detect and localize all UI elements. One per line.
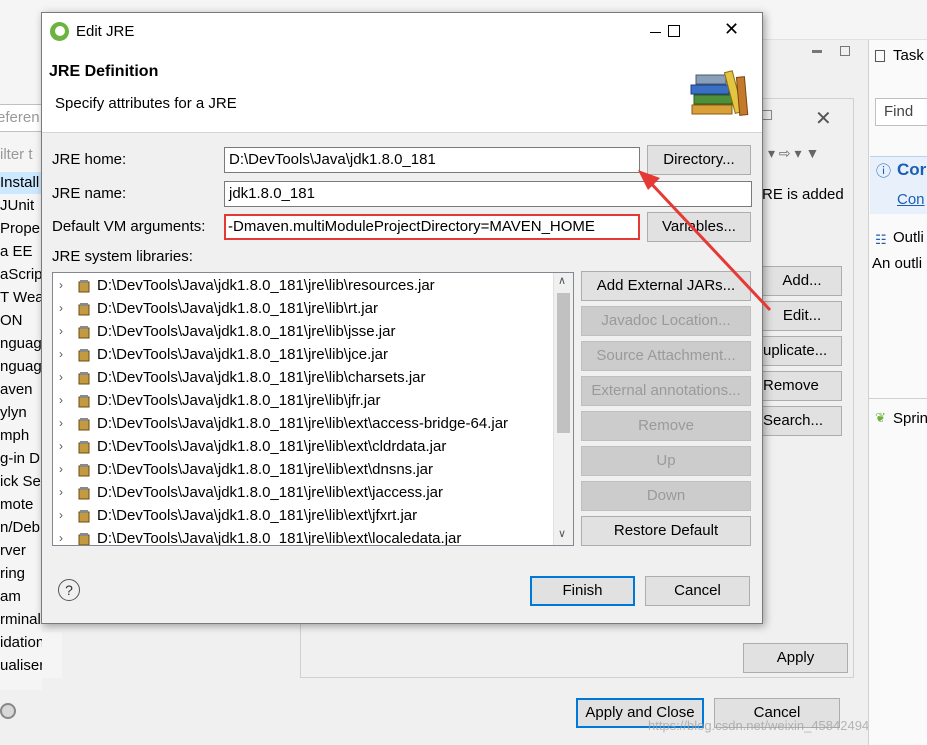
annotation-arrow-line (644, 176, 772, 312)
annotation-arrow-head (638, 170, 660, 190)
annotation-arrow (638, 170, 772, 312)
